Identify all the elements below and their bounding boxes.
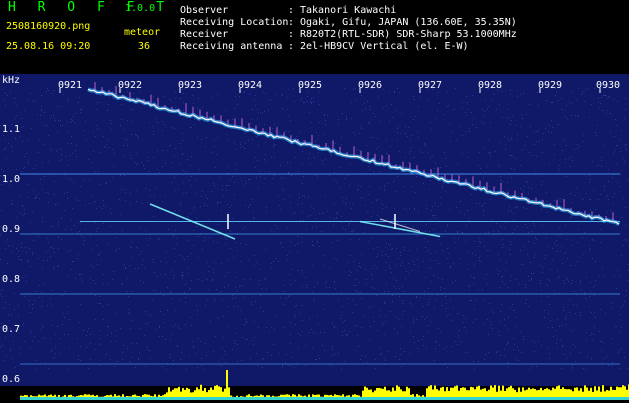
x-tick-0923: 0923 — [178, 80, 203, 91]
capture-datetime: 25.08.16 09:20 — [6, 41, 91, 52]
y-tick-0-6: 0.6 — [2, 374, 21, 385]
antenna-label: Receiving antenna — [180, 41, 283, 52]
receiver-value: R820T2(RTL-SDR) SDR-Sharp 53.1000MHz — [300, 29, 517, 40]
spectrogram-svg — [0, 74, 629, 400]
x-tick-0926: 0926 — [358, 80, 383, 91]
location-label: Receiving Location — [180, 17, 289, 28]
x-tick-0925: 0925 — [298, 80, 323, 91]
x-tick-0928: 0928 — [478, 80, 503, 91]
receiver-colon: : — [288, 29, 295, 40]
x-tick-0924: 0924 — [238, 80, 263, 91]
location-colon: : — [288, 17, 295, 28]
location-value: Ogaki, Gifu, JAPAN (136.60E, 35.35N) — [300, 17, 517, 28]
x-tick-0930: 0930 — [596, 80, 621, 91]
antenna-value: 2el-HB9CV Vertical (el. E-W) — [300, 41, 469, 52]
x-tick-0927: 0927 — [418, 80, 443, 91]
y-unit-label: kHz — [2, 75, 21, 86]
observer-value: Takanori Kawachi — [300, 5, 397, 16]
header-panel: H R O F F T 1.0.0 2508160920.png meteor … — [0, 0, 629, 74]
observer-colon: : — [288, 5, 295, 16]
file-name: 2508160920.png — [6, 21, 91, 32]
meteor-label: meteor — [124, 27, 161, 38]
y-tick-0-7: 0.7 — [2, 324, 21, 335]
observer-label: Observer — [180, 5, 229, 16]
x-tick-0929: 0929 — [538, 80, 563, 91]
y-tick-0-8: 0.8 — [2, 274, 21, 285]
receiver-label: Receiver — [180, 29, 229, 40]
x-tick-0921: 0921 — [58, 80, 83, 91]
app-version: 1.0.0 — [125, 3, 156, 14]
spectrogram-plot: kHz 1.1 1.0 0.9 0.8 0.7 0.6 0921 0922 09… — [0, 74, 629, 400]
y-tick-1-0: 1.0 — [2, 174, 21, 185]
y-tick-1-1: 1.1 — [2, 124, 21, 135]
antenna-colon: : — [288, 41, 295, 52]
meteor-count: 36 — [138, 41, 151, 52]
y-tick-0-9: 0.9 — [2, 224, 21, 235]
x-tick-0922: 0922 — [118, 80, 143, 91]
